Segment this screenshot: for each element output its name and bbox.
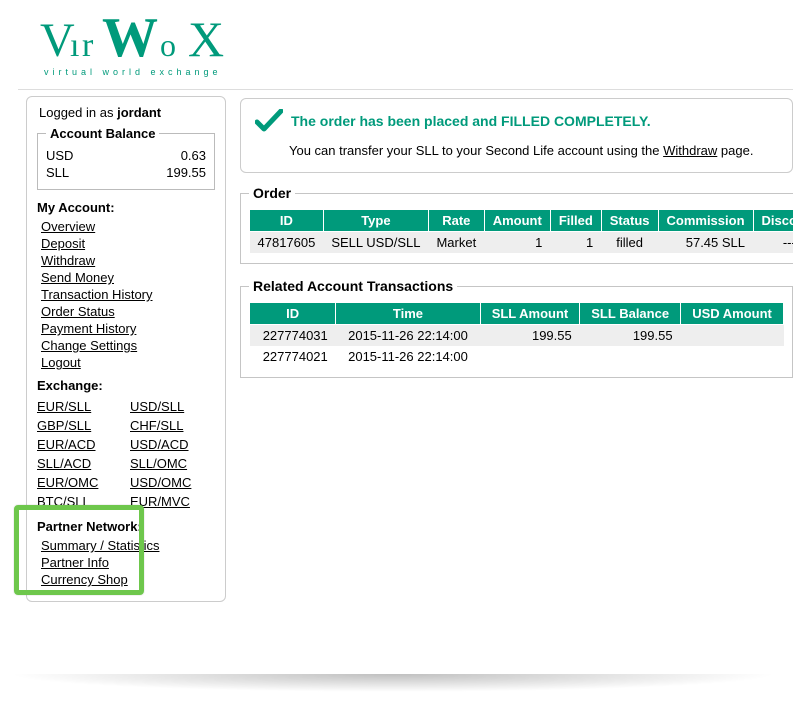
col-status: Status [601,210,658,232]
confirmation-text: The order has been placed and FILLED COM… [291,113,651,129]
cell-sll-amount: 199.55 [480,325,580,347]
cell-tx-id: 227774021 [250,346,336,367]
pair-eur-acd[interactable]: EUR/ACD [37,437,96,452]
order-table: ID Type Rate Amount Filled Status Commis… [249,209,793,253]
pair-chf-sll[interactable]: CHF/SLL [130,418,183,433]
nav-deposit[interactable]: Deposit [41,236,85,251]
svg-text:ı: ı [70,27,79,64]
pair-sll-acd[interactable]: SLL/ACD [37,456,91,471]
cell-status: filled [601,232,658,254]
nav-overview[interactable]: Overview [41,219,95,234]
pair-usd-acd[interactable]: USD/ACD [130,437,189,452]
balance-amount: 0.63 [181,148,206,163]
order-legend: Order [249,185,295,201]
pair-usd-sll[interactable]: USD/SLL [130,399,184,414]
col-amount: Amount [484,210,550,232]
my-account-links: Overview Deposit Withdraw Send Money Tra… [37,219,215,370]
cell-tx-time: 2015-11-26 22:14:00 [336,346,480,367]
cell-discount: --- [753,232,793,254]
cell-type: SELL USD/SLL [323,232,428,254]
nav-payment-history[interactable]: Payment History [41,321,136,336]
nav-send-money[interactable]: Send Money [41,270,114,285]
transactions-panel: Related Account Transactions ID Time SLL… [240,278,793,378]
cell-rate: Market [428,232,484,254]
order-confirmation: The order has been placed and FILLED COM… [240,98,793,173]
cell-usd-amount [681,346,784,367]
partner-links: Summary / Statistics Partner Info Curren… [37,538,215,587]
logged-in-prefix: Logged in as [39,105,117,120]
exchange-links: EUR/SLL USD/SLL GBP/SLL CHF/SLL EUR/ACD … [37,397,215,511]
nav-logout[interactable]: Logout [41,355,81,370]
exchange-heading: Exchange: [37,378,215,393]
transactions-table: ID Time SLL Amount SLL Balance USD Amoun… [249,302,784,367]
cell-sll-amount [480,346,580,367]
account-balance-box: Account Balance USD 0.63 SLL 199.55 [37,126,215,190]
balance-amount: 199.55 [166,165,206,180]
transactions-legend: Related Account Transactions [249,278,457,294]
cell-commission: 57.45 SLL [658,232,753,254]
pair-gbp-sll[interactable]: GBP/SLL [37,418,91,433]
pair-btc-sll[interactable]: BTC/SLL [37,494,90,509]
checkmark-icon [255,109,283,133]
table-row: 227774021 2015-11-26 22:14:00 [250,346,784,367]
col-sll-balance: SLL Balance [580,303,681,325]
pair-sll-omc[interactable]: SLL/OMC [130,456,187,471]
divider [18,89,793,90]
cell-amount: 1 [484,232,550,254]
logo-subtitle: virtual world exchange [44,67,793,77]
balance-currency: USD [46,148,73,163]
sidebar: Logged in as jordant Account Balance USD… [26,96,226,602]
col-id: ID [250,210,324,232]
cell-id: 47817605 [250,232,324,254]
svg-text:W: W [102,18,158,64]
col-sll-amount: SLL Amount [480,303,580,325]
pair-usd-omc[interactable]: USD/OMC [130,475,191,490]
order-row: 47817605 SELL USD/SLL Market 1 1 filled … [250,232,793,254]
col-rate: Rate [428,210,484,232]
balance-legend: Account Balance [46,126,159,141]
nav-currency-shop[interactable]: Currency Shop [41,572,128,587]
pair-eur-mvc[interactable]: EUR/MVC [130,494,190,509]
nav-partner-summary[interactable]: Summary / Statistics [41,538,159,553]
cell-usd-amount [681,325,784,347]
nav-partner-info[interactable]: Partner Info [41,555,109,570]
cell-sll-balance: 199.55 [580,325,681,347]
col-type: Type [323,210,428,232]
withdraw-link[interactable]: Withdraw [663,143,717,158]
main-content: The order has been placed and FILLED COM… [240,96,793,392]
balance-currency: SLL [46,165,69,180]
order-panel: Order ID Type Rate Amount Filled Status … [240,185,793,264]
pair-eur-sll[interactable]: EUR/SLL [37,399,91,414]
username: jordant [117,105,161,120]
balance-row: SLL 199.55 [46,164,206,181]
cell-filled: 1 [550,232,601,254]
drop-shadow [8,674,778,692]
svg-text:X: X [188,18,224,64]
logged-in-status: Logged in as jordant [39,105,215,120]
logo[interactable]: V ı r W o X virtual world exchange [40,18,793,77]
pair-eur-omc[interactable]: EUR/OMC [37,475,98,490]
col-commission: Commission [658,210,753,232]
nav-change-settings[interactable]: Change Settings [41,338,137,353]
cell-tx-time: 2015-11-26 22:14:00 [336,325,480,347]
col-discount: Discount [753,210,793,232]
col-filled: Filled [550,210,601,232]
nav-transaction-history[interactable]: Transaction History [41,287,153,302]
confirmation-subtext: You can transfer your SLL to your Second… [289,143,778,158]
cell-tx-id: 227774031 [250,325,336,347]
balance-row: USD 0.63 [46,147,206,164]
svg-text:r: r [82,27,94,64]
svg-text:o: o [160,27,176,63]
nav-withdraw[interactable]: Withdraw [41,253,95,268]
table-row: 227774031 2015-11-26 22:14:00 199.55 199… [250,325,784,347]
partner-heading: Partner Network: [37,519,215,534]
col-tx-time: Time [336,303,480,325]
col-usd-amount: USD Amount [681,303,784,325]
cell-sll-balance [580,346,681,367]
my-account-heading: My Account: [37,200,215,215]
col-tx-id: ID [250,303,336,325]
nav-order-status[interactable]: Order Status [41,304,115,319]
